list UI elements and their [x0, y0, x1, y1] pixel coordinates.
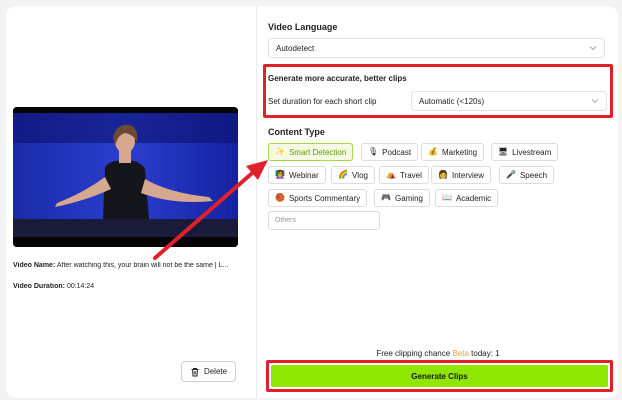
chip-label: Gaming	[394, 193, 423, 203]
free-chance-line: Free clipping chance Beta today: 1	[257, 349, 619, 358]
chip-academic[interactable]: 📖 Academic	[435, 189, 499, 207]
chance-prefix: Free clipping chance	[376, 349, 451, 358]
book-icon: 📖	[442, 193, 452, 202]
chance-suffix: today: 1	[471, 349, 500, 358]
chevron-down-icon	[589, 46, 597, 51]
chip-speech[interactable]: 🎤 Speech	[499, 166, 555, 184]
tent-icon: ⛺	[386, 170, 396, 179]
basketball-icon: 🏀	[275, 193, 285, 202]
chip-label: Sports Commentary	[288, 193, 361, 203]
chip-livestream[interactable]: 🖥 Livestream	[491, 143, 559, 161]
microphone-icon: 🎙	[368, 147, 379, 156]
beta-badge: Beta	[452, 349, 469, 358]
duration-select[interactable]: Automatic (<120s)	[411, 91, 607, 111]
delete-button[interactable]: Delete	[181, 361, 236, 382]
generate-clips-button[interactable]: Generate Clips	[271, 365, 608, 387]
money-bag-icon: 💰	[428, 147, 438, 156]
chip-marketing[interactable]: 💰 Marketing	[421, 143, 485, 161]
chip-sports-commentary[interactable]: 🏀 Sports Commentary	[268, 189, 368, 207]
chip-smart-detection[interactable]: ✨ Smart Detection	[268, 143, 354, 161]
duration-label: Set duration for each short clip	[268, 97, 377, 106]
trash-icon	[191, 367, 199, 376]
chip-gaming[interactable]: 🎮 Gaming	[374, 189, 430, 207]
rainbow-icon: 🌈	[338, 170, 348, 179]
settings-panel: Video Language Autodetect Generate more …	[256, 6, 618, 398]
chip-label: Travel	[399, 170, 422, 180]
chip-label: Smart Detection	[288, 147, 347, 157]
chip-label: Academic	[455, 193, 492, 203]
sparkle-icon: ✨	[275, 147, 285, 156]
video-language-title: Video Language	[268, 22, 338, 32]
chip-vlog[interactable]: 🌈 Vlog	[331, 166, 375, 184]
duration-value: Automatic (<120s)	[419, 96, 485, 106]
video-name-label: Video Name:	[13, 262, 56, 269]
video-duration-value: 00:14:24	[66, 283, 95, 290]
chip-interview[interactable]: 👩 Interview	[431, 166, 491, 184]
content-type-title: Content Type	[268, 127, 325, 137]
delete-label: Delete	[203, 367, 228, 376]
others-input[interactable]: Others	[268, 211, 380, 230]
gamepad-icon: 🎮	[381, 193, 391, 202]
chip-webinar[interactable]: 👩‍🏫 Webinar	[268, 166, 326, 184]
video-thumbnail[interactable]	[13, 107, 238, 247]
video-name-line: Video Name: After watching this, your br…	[13, 262, 241, 269]
chip-label: Vlog	[351, 170, 368, 180]
chip-label: Livestream	[512, 147, 552, 157]
chip-label: Interview	[451, 170, 484, 180]
video-duration-label: Video Duration:	[13, 283, 65, 290]
person-icon: 👩	[438, 170, 448, 179]
duration-headline: Generate more accurate, better clips	[268, 74, 407, 83]
microphone-icon: 🎤	[506, 170, 516, 179]
video-name-value: After watching this, your brain will not…	[56, 262, 229, 269]
chip-label: Webinar	[288, 170, 319, 180]
chip-label: Marketing	[441, 147, 478, 157]
video-language-select[interactable]: Autodetect	[268, 38, 605, 58]
others-placeholder: Others	[275, 217, 297, 224]
presenter-icon: 👩‍🏫	[275, 170, 285, 179]
chip-podcast[interactable]: 🎙 Podcast	[361, 143, 419, 161]
chip-label: Podcast	[382, 147, 412, 157]
chip-travel[interactable]: ⛺ Travel	[379, 166, 429, 184]
monitor-icon: 🖥	[498, 147, 509, 156]
generate-highlight: Generate Clips	[266, 360, 613, 392]
chevron-down-icon	[591, 99, 599, 104]
video-language-value: Autodetect	[276, 43, 315, 53]
chip-label: Speech	[519, 170, 548, 180]
video-duration-line: Video Duration: 00:14:24	[13, 283, 241, 290]
